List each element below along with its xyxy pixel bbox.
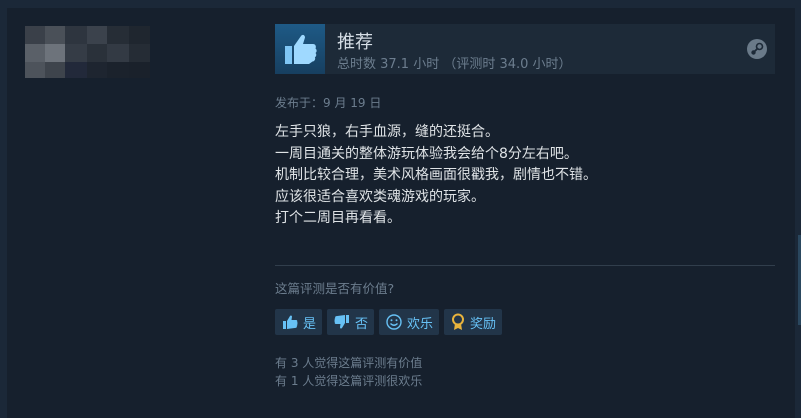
- review-line: 机制比较合理，美术风格画面很戳我，剧情也不错。: [275, 167, 597, 183]
- thumbs-up-icon: [285, 34, 317, 64]
- vote-yes-button[interactable]: 是: [275, 309, 323, 335]
- award-button[interactable]: 奖励: [444, 309, 503, 335]
- vote-no-button[interactable]: 否: [327, 309, 375, 335]
- helpful-question: 这篇评测是否有价值?: [275, 281, 395, 296]
- review-line: 打个二周目再看看。: [275, 210, 401, 226]
- review-text: 左手只狼，右手血源，缝的还挺合。 一周目通关的整体游玩体验我会给个8分左右吧。 …: [275, 122, 597, 230]
- funny-count: 有 1 人觉得这篇评测很欢乐: [275, 374, 423, 388]
- steam-icon: [747, 39, 767, 59]
- vote-buttons: 是 否 欢乐 奖励: [275, 309, 503, 335]
- divider: [275, 265, 775, 266]
- review-header[interactable]: 推荐 总时数 37.1 小时 （评测时 34.0 小时）: [275, 24, 775, 74]
- helpful-count: 有 3 人觉得这篇评测有价值: [275, 356, 423, 370]
- recommended-thumb-box: [275, 24, 325, 74]
- review-stats: 有 3 人觉得这篇评测有价值 有 1 人觉得这篇评测很欢乐: [275, 354, 422, 390]
- playtime-hours: 总时数 37.1 小时 （评测时 34.0 小时）: [337, 57, 572, 72]
- vote-yes-label: 是: [303, 316, 317, 332]
- vote-funny-button[interactable]: 欢乐: [379, 309, 440, 335]
- review-line: 一周目通关的整体游玩体验我会给个8分左右吧。: [275, 145, 578, 162]
- review-line: 应该很适合喜欢类魂游戏的玩家。: [275, 188, 485, 205]
- vote-funny-label: 欢乐: [407, 316, 434, 332]
- thumbs-down-icon: [334, 315, 350, 329]
- award-label: 奖励: [470, 316, 497, 332]
- review-line: 左手只狼，右手血源，缝的还挺合。: [275, 124, 499, 140]
- review-title[interactable]: 推荐: [337, 28, 373, 54]
- award-icon: [452, 313, 465, 330]
- posted-date: 发布于：9 月 19 日: [275, 96, 382, 110]
- reviewer-avatar-blurred[interactable]: [25, 26, 150, 78]
- smiley-icon: [386, 314, 402, 330]
- thumbs-up-icon: [283, 315, 298, 329]
- vote-no-label: 否: [355, 316, 369, 332]
